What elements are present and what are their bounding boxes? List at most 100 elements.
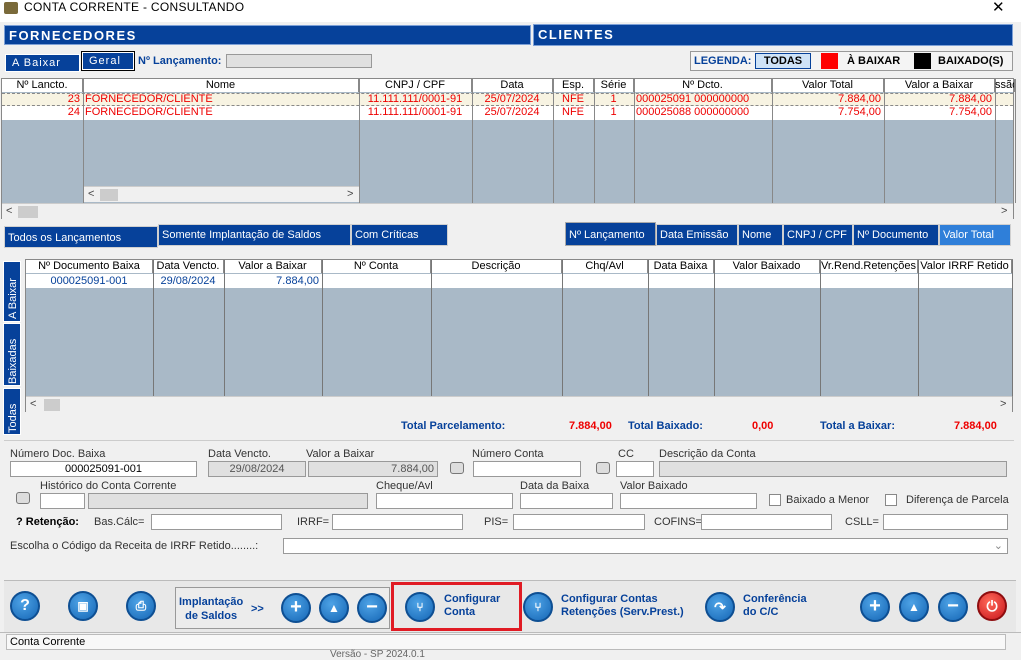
configurar-retencoes-label[interactable]: Configurar Contas Retenções (Serv.Prest.… [561,593,684,619]
print-icon[interactable]: ⎙ [126,591,156,621]
filter-todos[interactable]: Todos os Lançamentos [4,226,158,248]
scroll-right-icon[interactable]: > [1001,205,1007,217]
power-icon[interactable]: ⏻ [977,591,1007,621]
grid1-header[interactable]: Valor Total [772,79,884,92]
grid1-header[interactable]: Data [472,79,553,92]
grid2-cell-doc[interactable]: 000025091-001 [28,275,150,288]
grid1-header[interactable]: ssão [995,79,1015,92]
lookup-conta-icon[interactable] [450,462,464,474]
diferenca-checkbox[interactable] [885,494,897,506]
grid1-cell-cnpj[interactable]: 11.111.111/0001-91 [361,106,469,119]
scroll-right-icon[interactable]: > [1000,398,1006,410]
grid1-cell-nome[interactable]: FORNECEDOR/CLIENTE [85,106,356,119]
pis-input[interactable] [513,514,645,530]
valor-baixado-input[interactable] [620,493,757,509]
sort-cnpj[interactable]: CNPJ / CPF [783,224,853,246]
valor-input[interactable]: 7.884,00 [308,461,438,477]
grid1-header[interactable]: Nome [83,79,359,92]
cofins-input[interactable] [701,514,832,530]
grid2-header[interactable]: Data Baixa [648,260,714,273]
cc-input[interactable] [616,461,654,477]
filter-somente[interactable]: Somente Implantação de Saldos [158,224,351,246]
grid1-header[interactable]: Nº Dcto. [634,79,772,92]
tab-geral[interactable]: Geral [81,51,135,71]
cheque-input[interactable] [376,493,513,509]
clients-header[interactable]: CLIENTES [533,24,1013,46]
historico-code-input[interactable] [40,493,85,509]
vtab-todas[interactable]: Todas [3,388,21,435]
configurar-conta-label[interactable]: Configurar Conta [444,593,500,619]
scroll-left-icon[interactable]: < [88,188,94,200]
grid1-cell-dcto[interactable]: 000025088 000000000 [636,106,769,119]
irrf-input[interactable] [332,514,463,530]
grid2-header[interactable]: Valor Baixado [714,260,820,273]
grid1-cell-serie[interactable]: 1 [596,93,631,106]
filter-criticas[interactable]: Com Críticas [351,224,448,246]
grid1-scrollbar[interactable]: < > [2,203,1013,219]
add-icon[interactable]: + [281,593,311,623]
help-button[interactable]: ? [10,591,40,621]
sort-valor[interactable]: Valor Total [939,224,1011,246]
vtab-a-baixar[interactable]: A Baixar [3,261,21,322]
grid1-header[interactable]: Esp. [553,79,594,92]
grid2-header[interactable]: Chq/Avl [562,260,648,273]
grid2-header[interactable]: Data Vencto. [153,260,224,273]
receita-select[interactable]: ⌄ [283,538,1008,554]
baixado-menor-checkbox[interactable] [769,494,781,506]
grid1-cell-cnpj[interactable]: 11.111.111/0001-91 [361,93,469,106]
grid1-cell-baixar[interactable]: 7.754,00 [886,106,992,119]
num-doc-input[interactable]: 000025091-001 [10,461,197,477]
grid1-cell-num[interactable]: 23 [4,93,80,106]
grid1-cell-num[interactable]: 24 [4,106,80,119]
configurar-conta-button[interactable]: ⑂ [405,592,435,622]
remove-icon[interactable]: − [357,593,387,623]
lookup-historico-icon[interactable] [16,492,30,504]
grid1-cell-baixar[interactable]: 7.884,00 [886,93,992,106]
scroll-left-icon[interactable]: < [6,205,12,217]
data-baixa-input[interactable] [520,493,613,509]
remove-icon[interactable]: − [938,592,968,622]
lancamento-input[interactable] [226,54,372,68]
vtab-baixadas[interactable]: Baixadas [3,323,21,386]
legend-todas[interactable]: TODAS [755,53,811,69]
bascalc-input[interactable] [151,514,282,530]
save-icon[interactable]: ▣ [68,591,98,621]
grid2-cell-valor[interactable]: 7.884,00 [226,275,319,288]
grid2-header[interactable]: Nº Documento Baixa [26,260,153,273]
add-icon[interactable]: + [860,592,890,622]
conta-input[interactable] [473,461,581,477]
grid1-cell-data[interactable]: 25/07/2024 [474,93,550,106]
scroll-left-icon[interactable]: < [30,398,36,410]
configurar-retencoes-button[interactable]: ⑂ [523,592,553,622]
grid1-header[interactable]: Série [594,79,634,92]
csll-input[interactable] [883,514,1008,530]
conferencia-button[interactable]: ↷ [705,592,735,622]
up-icon[interactable]: ▲ [319,593,349,623]
sort-lancamento[interactable]: Nº Lançamento [565,222,656,246]
grid2-header[interactable]: Valor IRRF Retido [918,260,1012,273]
suppliers-header[interactable]: FORNECEDORES [4,25,531,45]
up-icon[interactable]: ▲ [899,592,929,622]
historico-input[interactable] [88,493,368,509]
lookup-cc-icon[interactable] [596,462,610,474]
grid2-header[interactable]: Vr.Rend.Retenções [820,260,918,273]
desc-conta-input[interactable] [659,461,1007,477]
conferencia-label[interactable]: Conferência do C/C [743,593,807,619]
tab-a-baixar[interactable]: A Baixar [5,54,80,72]
grid1-cell-data[interactable]: 25/07/2024 [474,106,550,119]
grid1-header[interactable]: Nº Lancto. [2,79,83,92]
grid1-header[interactable]: Valor a Baixar [884,79,995,92]
grid2-header[interactable]: Valor a Baixar [224,260,322,273]
grid1-cell-total[interactable]: 7.884,00 [774,93,881,106]
grid1-header[interactable]: CNPJ / CPF [359,79,472,92]
grid1-inner-scrollbar[interactable]: < > [84,186,359,202]
grid2-scrollbar[interactable]: < > [26,396,1012,412]
sort-documento[interactable]: Nº Documento [853,224,939,246]
grid1-cell-dcto[interactable]: 000025091 000000000 [636,93,769,106]
sort-emissao[interactable]: Data Emissão [656,224,738,246]
close-button[interactable]: ✕ [992,0,1005,16]
grid2-header[interactable]: Nº Conta [322,260,431,273]
sort-nome[interactable]: Nome [738,224,783,246]
grid1-cell-nome[interactable]: FORNECEDOR/CLIENTE [85,93,356,106]
grid1-cell-serie[interactable]: 1 [596,106,631,119]
